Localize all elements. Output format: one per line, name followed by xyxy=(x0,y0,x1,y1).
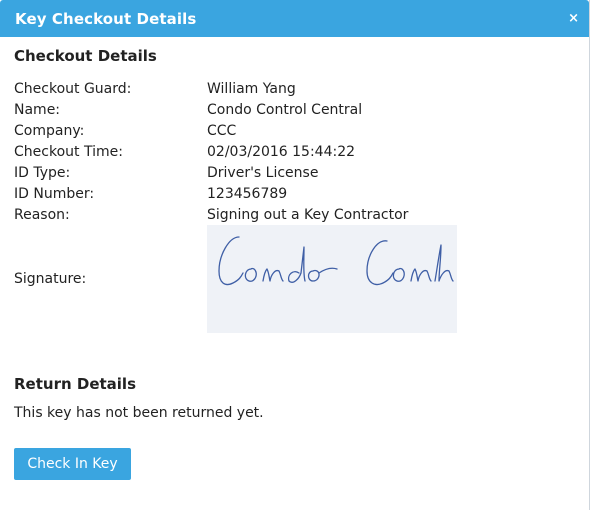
detail-row-id-number: ID Number: 123456789 xyxy=(14,183,574,204)
signature-drawing xyxy=(218,236,454,286)
key-checkout-dialog: Key Checkout Details × Checkout Details … xyxy=(0,0,590,510)
checkout-time-label: Checkout Time: xyxy=(14,143,123,160)
dialog-titlebar: Key Checkout Details × xyxy=(0,0,589,37)
company-label: Company: xyxy=(14,122,85,139)
name-label: Name: xyxy=(14,101,61,118)
reason-value: Signing out a Key Contractor xyxy=(207,206,409,223)
checkout-guard-label: Checkout Guard: xyxy=(14,80,132,97)
id-type-label: ID Type: xyxy=(14,164,71,181)
detail-row-company: Company: CCC xyxy=(14,120,574,141)
checkout-guard-value: William Yang xyxy=(207,80,296,97)
checkout-details-list: Checkout Guard: William Yang Name: Condo… xyxy=(14,78,574,333)
detail-row-reason: Reason: Signing out a Key Contractor xyxy=(14,204,574,225)
dialog-title: Key Checkout Details xyxy=(15,9,197,28)
detail-row-checkout-guard: Checkout Guard: William Yang xyxy=(14,78,574,99)
signature-label: Signature: xyxy=(14,271,87,287)
id-number-value: 123456789 xyxy=(207,185,288,202)
check-in-key-button[interactable]: Check In Key xyxy=(14,448,131,480)
return-status-text: This key has not been returned yet. xyxy=(14,405,264,421)
detail-row-name: Name: Condo Control Central xyxy=(14,99,574,120)
signature-image xyxy=(207,225,457,333)
name-value: Condo Control Central xyxy=(207,101,363,118)
detail-row-signature: Signature: xyxy=(14,225,574,333)
reason-label: Reason: xyxy=(14,206,70,223)
company-value: CCC xyxy=(207,122,237,139)
return-details-heading: Return Details xyxy=(14,375,136,393)
close-icon[interactable]: × xyxy=(568,12,579,25)
id-type-value: Driver's License xyxy=(207,164,319,181)
checkout-details-heading: Checkout Details xyxy=(14,47,157,65)
id-number-label: ID Number: xyxy=(14,185,95,202)
checkout-time-value: 02/03/2016 15:44:22 xyxy=(207,143,356,160)
detail-row-id-type: ID Type: Driver's License xyxy=(14,162,574,183)
detail-row-checkout-time: Checkout Time: 02/03/2016 15:44:22 xyxy=(14,141,574,162)
